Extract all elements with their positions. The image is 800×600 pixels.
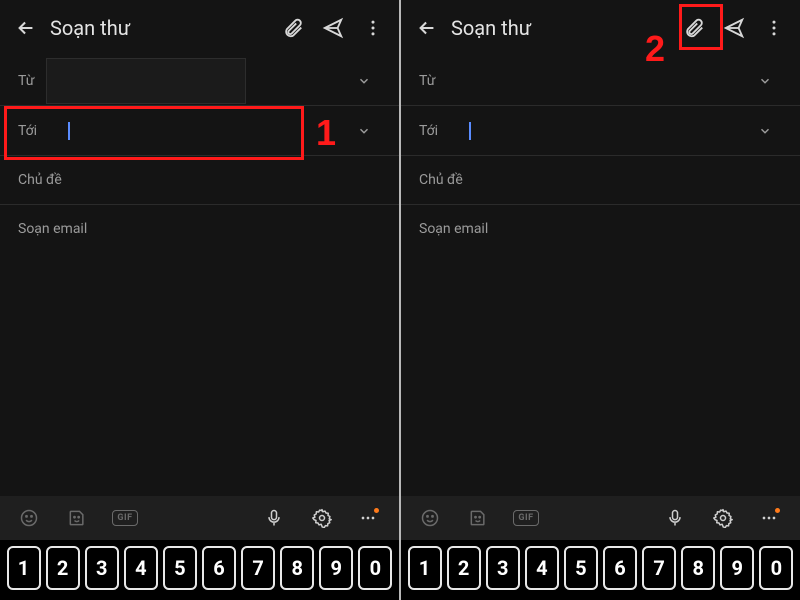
mic-icon (665, 508, 685, 528)
more-vert-icon (764, 18, 784, 38)
mic-button[interactable] (257, 501, 291, 535)
key-9[interactable]: 9 (319, 546, 353, 590)
key-4[interactable]: 4 (525, 546, 559, 590)
emoji-button[interactable] (413, 501, 447, 535)
back-button[interactable] (407, 8, 447, 48)
body-input[interactable]: Soạn email (0, 205, 399, 496)
attach-button[interactable] (273, 8, 313, 48)
text-cursor (469, 122, 471, 140)
key-0[interactable]: 0 (358, 546, 392, 590)
send-icon (322, 17, 344, 39)
more-button[interactable] (353, 8, 393, 48)
subject-input[interactable]: Chủ đề (401, 156, 800, 205)
chevron-down-icon (357, 74, 371, 88)
send-button[interactable] (313, 8, 353, 48)
notification-dot (374, 508, 379, 513)
send-icon (723, 17, 745, 39)
keyboard-suggestion-bar: GIF (0, 496, 399, 540)
chevron-down-icon (758, 74, 772, 88)
gear-icon (713, 508, 733, 528)
emoji-icon (19, 508, 39, 528)
attachment-icon (282, 17, 304, 39)
key-5[interactable]: 5 (564, 546, 598, 590)
key-5[interactable]: 5 (163, 546, 197, 590)
to-label: Tới (18, 123, 66, 139)
number-row-keyboard: 1 2 3 4 5 6 7 8 9 0 (401, 540, 800, 600)
from-row[interactable]: Từ (0, 56, 399, 106)
attach-button[interactable] (674, 8, 714, 48)
left-screenshot: Soạn thư Từ Tới Chủ đề Soạn email (0, 0, 399, 600)
more-keyboard-button[interactable] (754, 501, 788, 535)
gear-icon (312, 508, 332, 528)
more-keyboard-button[interactable] (353, 501, 387, 535)
key-2[interactable]: 2 (447, 546, 481, 590)
to-row[interactable]: Tới (401, 106, 800, 156)
key-8[interactable]: 8 (280, 546, 314, 590)
key-6[interactable]: 6 (202, 546, 236, 590)
to-input[interactable] (467, 122, 758, 140)
to-input[interactable] (66, 122, 357, 140)
mic-button[interactable] (658, 501, 692, 535)
sticker-button[interactable] (461, 501, 495, 535)
sticker-icon (67, 508, 87, 528)
key-6[interactable]: 6 (603, 546, 637, 590)
gif-icon: GIF (513, 510, 538, 526)
sticker-button[interactable] (60, 501, 94, 535)
send-button[interactable] (714, 8, 754, 48)
back-button[interactable] (6, 8, 46, 48)
emoji-button[interactable] (12, 501, 46, 535)
to-label: Tới (419, 123, 467, 139)
key-0[interactable]: 0 (759, 546, 793, 590)
to-row[interactable]: Tới (0, 106, 399, 156)
keyboard-suggestion-bar: GIF (401, 496, 800, 540)
key-3[interactable]: 3 (486, 546, 520, 590)
chevron-down-icon (758, 124, 772, 138)
back-arrow-icon (15, 17, 37, 39)
body-input[interactable]: Soạn email (401, 205, 800, 496)
from-row[interactable]: Từ (401, 56, 800, 106)
key-7[interactable]: 7 (241, 546, 275, 590)
from-expand[interactable] (357, 74, 381, 88)
gif-icon: GIF (112, 510, 137, 526)
from-expand[interactable] (758, 74, 782, 88)
settings-button[interactable] (706, 501, 740, 535)
compose-header: Soạn thư (0, 0, 399, 56)
text-cursor (68, 122, 70, 140)
key-9[interactable]: 9 (720, 546, 754, 590)
to-expand[interactable] (758, 124, 782, 138)
key-1[interactable]: 1 (408, 546, 442, 590)
more-vert-icon (363, 18, 383, 38)
gif-button[interactable]: GIF (509, 501, 543, 535)
right-screenshot: Soạn thư Từ Tới Chủ đề Soạn email (401, 0, 800, 600)
mic-icon (264, 508, 284, 528)
sticker-icon (468, 508, 488, 528)
key-3[interactable]: 3 (85, 546, 119, 590)
to-expand[interactable] (357, 124, 381, 138)
number-row-keyboard: 1 2 3 4 5 6 7 8 9 0 (0, 540, 399, 600)
key-8[interactable]: 8 (681, 546, 715, 590)
from-label: Từ (419, 73, 467, 89)
notification-dot (775, 508, 780, 513)
gif-button[interactable]: GIF (108, 501, 142, 535)
header-title: Soạn thư (46, 16, 273, 40)
back-arrow-icon (416, 17, 438, 39)
subject-input[interactable]: Chủ đề (0, 156, 399, 205)
key-7[interactable]: 7 (642, 546, 676, 590)
key-1[interactable]: 1 (7, 546, 41, 590)
attachment-icon (683, 17, 705, 39)
chevron-down-icon (357, 124, 371, 138)
emoji-icon (420, 508, 440, 528)
settings-button[interactable] (305, 501, 339, 535)
from-label: Từ (18, 73, 66, 89)
compose-header: Soạn thư (401, 0, 800, 56)
key-4[interactable]: 4 (124, 546, 158, 590)
more-button[interactable] (754, 8, 794, 48)
header-title: Soạn thư (447, 16, 674, 40)
key-2[interactable]: 2 (46, 546, 80, 590)
